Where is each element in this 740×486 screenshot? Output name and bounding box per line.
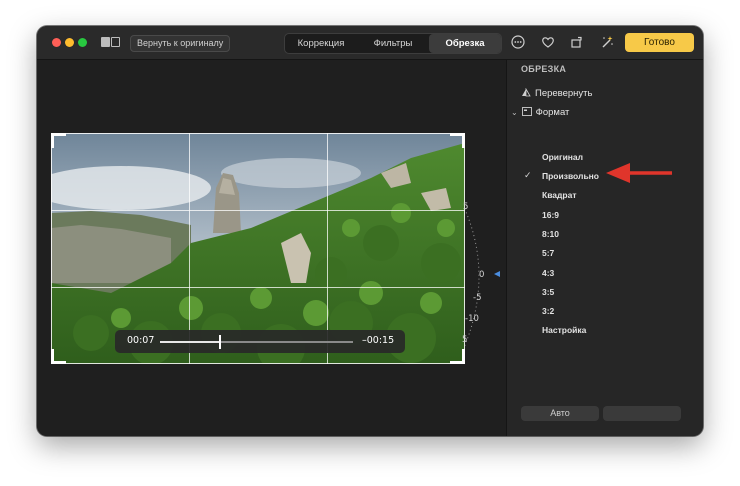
- tab-filters[interactable]: Фильтры: [357, 34, 429, 53]
- photo-preview[interactable]: 00:07 –00:15: [51, 133, 465, 364]
- photos-window: Вернуть к оригиналу Коррекция Фильтры Об…: [37, 26, 703, 436]
- dial-label: 5: [462, 335, 468, 345]
- reset-button[interactable]: [603, 406, 681, 421]
- remaining-time: –00:15: [362, 335, 395, 346]
- fullscreen-window-button[interactable]: [78, 38, 87, 47]
- minimize-window-button[interactable]: [65, 38, 74, 47]
- dial-label: -5: [473, 293, 482, 303]
- crop-handle-bottom-right[interactable]: [450, 349, 465, 364]
- rotate-icon[interactable]: [570, 35, 584, 49]
- auto-enhance-wand-icon[interactable]: [600, 35, 614, 49]
- video-scrubber-track[interactable]: [160, 335, 353, 349]
- tab-crop[interactable]: Обрезка: [429, 34, 501, 53]
- format-option-original[interactable]: Оригинал: [542, 152, 583, 162]
- format-option-8-10[interactable]: 8:10: [542, 229, 559, 239]
- sidebar-title: ОБРЕЗКА: [521, 64, 567, 74]
- edit-mode-tabs: Коррекция Фильтры Обрезка: [284, 33, 502, 54]
- format-option-custom[interactable]: Настройка: [542, 325, 586, 335]
- crop-sidebar: ОБРЕЗКА Перевернуть ⌄ Формат Оригинал ✓ …: [506, 60, 703, 436]
- annotation-arrow-icon: [606, 163, 672, 183]
- video-progress-fill: [160, 341, 220, 343]
- format-label: Формат: [535, 107, 570, 118]
- straighten-dial[interactable]: 5 0 -5 -10 5: [462, 200, 505, 360]
- toolbar: Вернуть к оригиналу Коррекция Фильтры Об…: [37, 26, 703, 60]
- dial-label: 5: [463, 202, 469, 212]
- format-option-16-9[interactable]: 16:9: [542, 210, 559, 220]
- more-options-icon[interactable]: [511, 35, 525, 49]
- flip-button[interactable]: Перевернуть: [521, 88, 592, 99]
- dial-ticks: [465, 208, 500, 347]
- auto-button[interactable]: Авто: [521, 406, 599, 421]
- crop-handle-top-left[interactable]: [51, 133, 66, 148]
- dial-label: -10: [465, 314, 479, 324]
- done-button[interactable]: Готово: [625, 33, 694, 52]
- close-window-button[interactable]: [52, 38, 61, 47]
- format-option-5-7[interactable]: 5:7: [542, 248, 554, 258]
- dial-label: 0: [479, 270, 485, 280]
- editing-canvas: 00:07 –00:15 5 0 -5 -10 5: [37, 60, 506, 436]
- video-playhead[interactable]: [218, 335, 221, 349]
- format-option-square[interactable]: Квадрат: [542, 190, 577, 200]
- checkmark-icon: ✓: [524, 170, 532, 180]
- crop-handle-top-right[interactable]: [450, 133, 465, 148]
- favorite-heart-icon[interactable]: [541, 35, 555, 49]
- compare-split-icon[interactable]: [101, 37, 121, 47]
- tab-adjust[interactable]: Коррекция: [285, 34, 357, 53]
- flip-icon: [522, 88, 531, 97]
- current-time: 00:07: [127, 335, 155, 346]
- chevron-down-icon: ⌄: [511, 108, 518, 117]
- flip-label: Перевернуть: [535, 88, 593, 99]
- format-option-3-2[interactable]: 3:2: [542, 306, 554, 316]
- format-option-4-3[interactable]: 4:3: [542, 268, 554, 278]
- video-scrubber-bar: 00:07 –00:15: [115, 330, 405, 353]
- format-option-3-5[interactable]: 3:5: [542, 287, 554, 297]
- format-option-freeform[interactable]: Произвольно: [542, 171, 599, 181]
- format-section-toggle[interactable]: ⌄ Формат: [511, 107, 569, 118]
- crop-handle-bottom-left[interactable]: [51, 349, 66, 364]
- aspect-ratio-icon: [521, 107, 532, 116]
- revert-to-original-button[interactable]: Вернуть к оригиналу: [130, 35, 231, 52]
